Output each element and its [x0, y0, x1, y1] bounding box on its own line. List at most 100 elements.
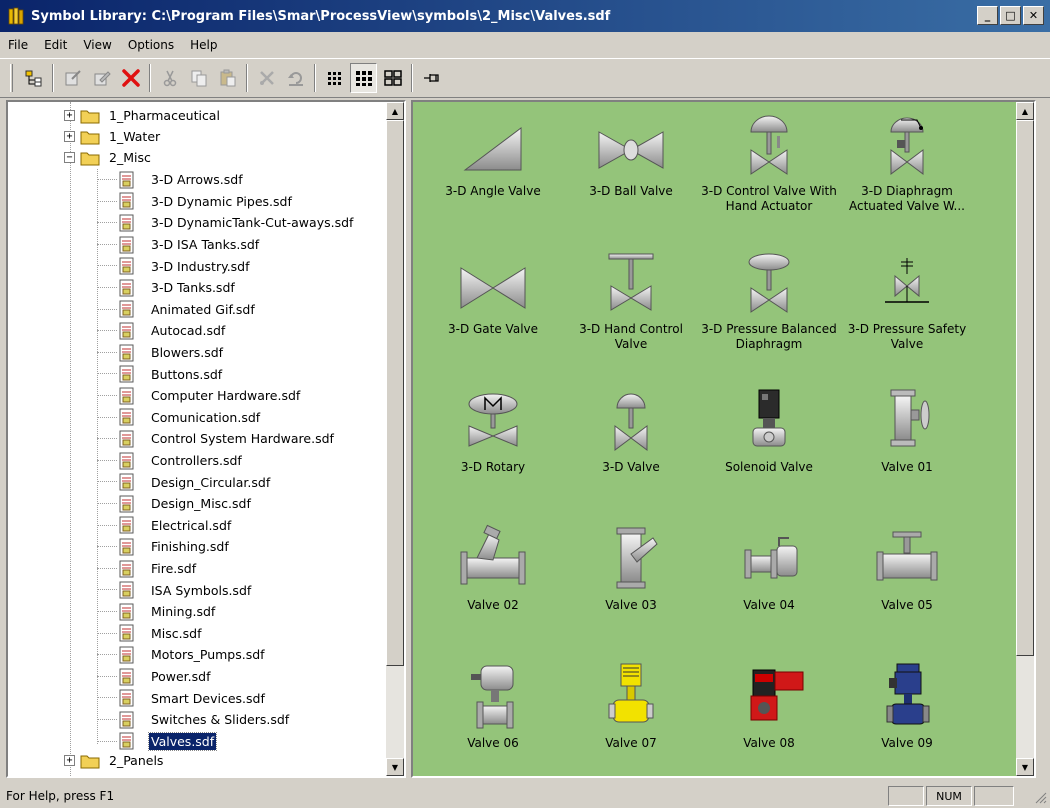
tree-file-item[interactable]: Design_Misc.sdf: [97, 493, 253, 515]
menu-options[interactable]: Options: [120, 38, 182, 52]
toolbar-grip[interactable]: [10, 64, 13, 92]
tree-guide-line: [97, 675, 117, 677]
tree-file-item[interactable]: Buttons.sdf: [97, 363, 224, 385]
tree-file-item[interactable]: Control System Hardware.sdf: [97, 428, 336, 450]
paste-button[interactable]: [214, 63, 241, 93]
undo-icon: [287, 72, 303, 86]
tree-file-item[interactable]: Power.sdf: [97, 666, 212, 688]
tree-file-item[interactable]: Finishing.sdf: [97, 536, 231, 558]
menu-edit[interactable]: Edit: [36, 38, 75, 52]
collapse-toggle[interactable]: −: [64, 152, 75, 164]
scroll-up-arrow-icon[interactable]: ▲: [386, 102, 404, 120]
symbol-3d-rotary[interactable]: 3-D Rotary: [423, 386, 563, 475]
tree-file-item[interactable]: 3-D DynamicTank-Cut-aways.sdf: [97, 212, 355, 234]
resize-grip-icon[interactable]: [1033, 790, 1047, 804]
symbol-valve-02[interactable]: Valve 02: [423, 524, 563, 613]
tree-guide-line: [97, 719, 117, 720]
menu-help[interactable]: Help: [182, 38, 225, 52]
tree-file-item[interactable]: Autocad.sdf: [97, 320, 227, 342]
tree-file-item[interactable]: Comunication.sdf: [97, 407, 262, 429]
symbol-3d-pressure-balanced-diaphragm[interactable]: 3-D Pressure Balanced Diaphragm: [699, 248, 839, 352]
symbol-valve-04[interactable]: Valve 04: [699, 524, 839, 613]
symbol-3d-pressure-safety-valve[interactable]: 3-D Pressure Safety Valve: [837, 248, 977, 352]
tree-file-item[interactable]: Smart Devices.sdf: [97, 687, 267, 709]
folder-tree[interactable]: + 1_Pharmaceutical + 1_Water − 2_Misc 3-…: [6, 100, 406, 778]
tree-file-item[interactable]: Fire.sdf: [97, 558, 198, 580]
symbol-valve-01[interactable]: Valve 01: [837, 386, 977, 475]
tree-file-label: 3-D ISA Tanks.sdf: [151, 237, 260, 253]
tree-file-label: Animated Gif.sdf: [151, 301, 255, 317]
symbol-grid[interactable]: 3-D Angle Valve 3-D Ball Valve 3-D Contr…: [411, 100, 1036, 778]
tree-toggle-button[interactable]: [20, 63, 47, 93]
tree-file-item[interactable]: 3-D Dynamic Pipes.sdf: [97, 191, 294, 213]
tree-file-item[interactable]: Motors_Pumps.sdf: [97, 644, 267, 666]
small-icons-view-button[interactable]: [321, 63, 348, 93]
tree-scrollbar[interactable]: ▲ ▼: [386, 102, 404, 776]
expand-toggle[interactable]: +: [64, 131, 75, 143]
tree-file-item[interactable]: 3-D Tanks.sdf: [97, 277, 237, 299]
tree-folder-2-misc[interactable]: − 2_Misc: [64, 147, 153, 169]
cut-symbol-button[interactable]: [253, 63, 280, 93]
tree-file-item[interactable]: Misc.sdf: [97, 623, 203, 645]
symbol-valve-08[interactable]: Valve 08: [699, 662, 839, 751]
new-button[interactable]: [59, 63, 86, 93]
tiles-view-button[interactable]: [379, 63, 406, 93]
close-button[interactable]: ✕: [1023, 6, 1044, 25]
symbol-valve-03[interactable]: Valve 03: [561, 524, 701, 613]
scroll-thumb[interactable]: [386, 120, 404, 666]
expand-toggle[interactable]: +: [64, 110, 75, 122]
symbol-3d-gate-valve[interactable]: 3-D Gate Valve: [423, 248, 563, 337]
symbol-3d-angle-valve[interactable]: 3-D Angle Valve: [423, 110, 563, 199]
cut-button[interactable]: [156, 63, 183, 93]
symbol-3d-ball-valve[interactable]: 3-D Ball Valve: [561, 110, 701, 199]
symbol-3d-hand-control-valve[interactable]: 3-D Hand Control Valve: [561, 248, 701, 352]
scroll-up-arrow-icon[interactable]: ▲: [1016, 102, 1034, 120]
valve-02-icon: [460, 524, 526, 585]
tree-file-item[interactable]: Computer Hardware.sdf: [97, 385, 302, 407]
symbol-valve-09[interactable]: Valve 09: [837, 662, 977, 751]
expand-toggle[interactable]: +: [64, 755, 75, 767]
scroll-thumb[interactable]: [1016, 120, 1034, 656]
tree-file-item[interactable]: Electrical.sdf: [97, 515, 233, 537]
menu-file[interactable]: File: [0, 38, 36, 52]
tree-file-item[interactable]: 3-D Arrows.sdf: [97, 169, 245, 191]
symbol-grid-scrollbar[interactable]: ▲ ▼: [1016, 102, 1034, 776]
tree-file-item[interactable]: 3-D Industry.sdf: [97, 255, 252, 277]
edit-button[interactable]: [88, 63, 115, 93]
pin-button[interactable]: [418, 63, 445, 93]
tree-file-label: Mining.sdf: [151, 604, 216, 620]
tree-file-item[interactable]: Animated Gif.sdf: [97, 299, 257, 321]
undo-button[interactable]: [282, 63, 309, 93]
tree-folder-2-panels[interactable]: + 2_Panels: [64, 750, 165, 772]
tree-file-label: Electrical.sdf: [151, 517, 232, 533]
tree-folder-1-water[interactable]: + 1_Water: [64, 126, 162, 148]
symbol-3d-valve[interactable]: 3-D Valve: [561, 386, 701, 475]
tree-file-item[interactable]: Valves.sdf: [97, 731, 218, 753]
symbol-label: 3-D Pressure Safety Valve: [847, 322, 967, 351]
tree-file-item[interactable]: Switches & Sliders.sdf: [97, 709, 291, 731]
symbol-valve-07[interactable]: Valve 07: [561, 662, 701, 751]
copy-button[interactable]: [185, 63, 212, 93]
app-icon: [8, 7, 24, 25]
valve-01-icon: [890, 389, 930, 447]
tree-file-item[interactable]: Mining.sdf: [97, 601, 217, 623]
symbol-valve-06[interactable]: Valve 06: [423, 662, 563, 751]
tree-file-item[interactable]: ISA Symbols.sdf: [97, 579, 253, 601]
scroll-down-arrow-icon[interactable]: ▼: [386, 758, 404, 776]
symbol-3d-diaphragm-actuated-valve[interactable]: 3-D Diaphragm Actuated Valve W...: [837, 110, 977, 214]
tree-file-item[interactable]: 3-D ISA Tanks.sdf: [97, 234, 261, 256]
symbol-solenoid-valve[interactable]: Solenoid Valve: [699, 386, 839, 475]
tree-file-item[interactable]: Blowers.sdf: [97, 342, 225, 364]
maximize-button[interactable]: □: [1000, 6, 1021, 25]
tiles-view-icon: [383, 70, 402, 86]
scroll-down-arrow-icon[interactable]: ▼: [1016, 758, 1034, 776]
large-icons-view-button[interactable]: [350, 63, 377, 93]
symbol-3d-control-valve-hand-actuator[interactable]: 3-D Control Valve With Hand Actuator: [699, 110, 839, 214]
tree-folder-1-pharmaceutical[interactable]: + 1_Pharmaceutical: [64, 105, 222, 127]
symbol-valve-05[interactable]: Valve 05: [837, 524, 977, 613]
minimize-button[interactable]: _: [977, 6, 998, 25]
tree-file-item[interactable]: Controllers.sdf: [97, 450, 244, 472]
tree-file-item[interactable]: Design_Circular.sdf: [97, 471, 272, 493]
menu-view[interactable]: View: [75, 38, 119, 52]
delete-button[interactable]: [117, 63, 144, 93]
